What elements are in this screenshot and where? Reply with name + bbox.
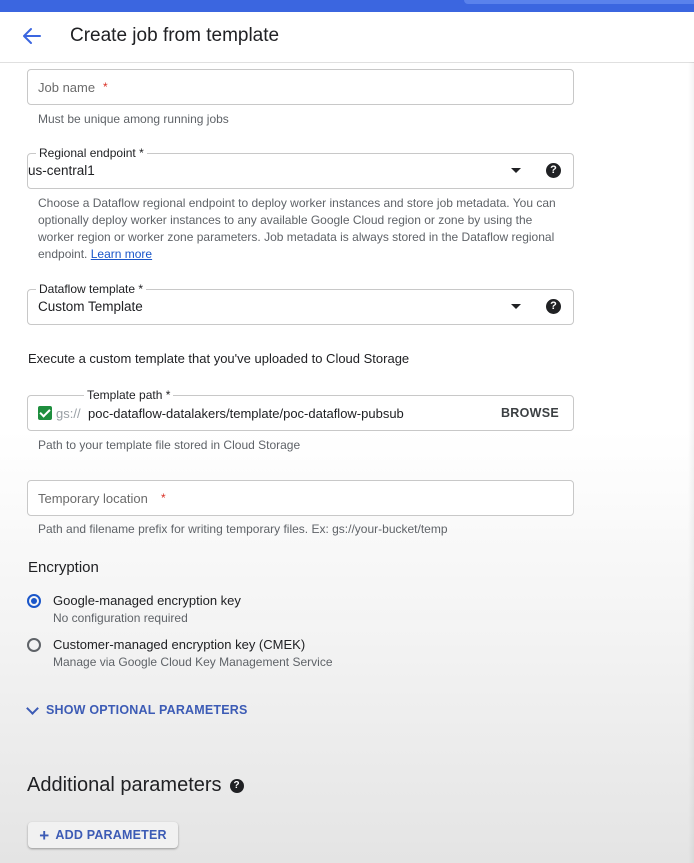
page-header: Create job from template	[0, 12, 694, 63]
template-path-value[interactable]: poc-dataflow-datalakers/template/poc-dat…	[88, 406, 404, 421]
radio-label: Google-managed encryption key	[53, 593, 241, 608]
job-name-input[interactable]	[38, 70, 558, 104]
job-name-field[interactable]: *	[27, 69, 574, 105]
dropdown-arrow-icon[interactable]	[511, 168, 521, 173]
radio-label: Customer-managed encryption key (CMEK)	[53, 637, 306, 652]
template-path-label: Template path *	[84, 388, 174, 402]
browse-button[interactable]: BROWSE	[501, 406, 559, 420]
dataflow-template-label-text: Dataflow template	[39, 282, 136, 296]
regional-endpoint-required-mark: *	[139, 146, 144, 160]
top-bar	[0, 0, 694, 12]
regional-endpoint-select[interactable]: Regional endpoint * us-central1 ?	[27, 146, 574, 189]
radio-sublabel: No configuration required	[53, 611, 188, 625]
regional-endpoint-hint: Choose a Dataflow regional endpoint to d…	[38, 195, 558, 263]
template-path-label-text: Template path	[87, 388, 163, 402]
learn-more-link[interactable]: Learn more	[91, 247, 152, 261]
additional-parameters-title-text: Additional parameters	[27, 774, 222, 796]
temporary-location-input[interactable]	[38, 481, 558, 515]
page-title: Create job from template	[70, 25, 280, 46]
add-parameter-button[interactable]: + ADD PARAMETER	[28, 822, 178, 848]
temporary-location-required-mark: *	[161, 491, 166, 505]
template-path-required-mark: *	[165, 388, 171, 402]
radio-customer-managed[interactable]	[27, 638, 41, 652]
dropdown-arrow-icon[interactable]	[511, 304, 521, 309]
back-button[interactable]	[18, 22, 46, 50]
job-name-hint: Must be unique among running jobs	[38, 112, 229, 126]
top-bar-accent	[464, 0, 694, 4]
job-name-required-mark: *	[103, 80, 108, 94]
valid-check-icon	[38, 406, 52, 420]
additional-parameters-title: Additional parameters ?	[27, 774, 244, 797]
plus-icon: +	[39, 825, 50, 845]
radio-sublabel: Manage via Google Cloud Key Management S…	[53, 655, 333, 669]
help-icon[interactable]: ?	[546, 163, 561, 178]
show-optional-parameters-button[interactable]: SHOW OPTIONAL PARAMETERS	[26, 701, 248, 717]
chevron-down-icon	[26, 701, 39, 715]
dataflow-template-label: Dataflow template *	[36, 282, 147, 296]
help-icon[interactable]: ?	[229, 778, 244, 793]
regional-endpoint-label-text: Regional endpoint	[39, 146, 136, 160]
radio-google-managed[interactable]	[27, 594, 41, 608]
regional-endpoint-label: Regional endpoint *	[36, 146, 147, 160]
arrow-back-icon	[23, 28, 41, 44]
temporary-location-field[interactable]: *	[27, 480, 574, 516]
dataflow-template-select[interactable]: Dataflow template * Custom Template ?	[27, 282, 574, 325]
gs-prefix: gs://	[56, 406, 81, 421]
help-icon[interactable]: ?	[546, 299, 561, 314]
dataflow-template-value: Custom Template	[38, 299, 143, 314]
add-parameter-label: ADD PARAMETER	[55, 828, 167, 842]
dataflow-template-required-mark: *	[138, 282, 144, 296]
encryption-title: Encryption	[28, 559, 99, 576]
show-optional-parameters-label: SHOW OPTIONAL PARAMETERS	[46, 703, 248, 717]
regional-endpoint-value: us-central1	[28, 163, 95, 178]
custom-template-description: Execute a custom template that you've up…	[28, 351, 410, 366]
template-path-hint: Path to your template file stored in Clo…	[38, 438, 301, 452]
temporary-location-hint: Path and filename prefix for writing tem…	[38, 522, 448, 536]
template-path-field[interactable]: Template path * gs:// poc-dataflow-datal…	[27, 388, 574, 431]
right-edge-shade	[688, 62, 694, 863]
